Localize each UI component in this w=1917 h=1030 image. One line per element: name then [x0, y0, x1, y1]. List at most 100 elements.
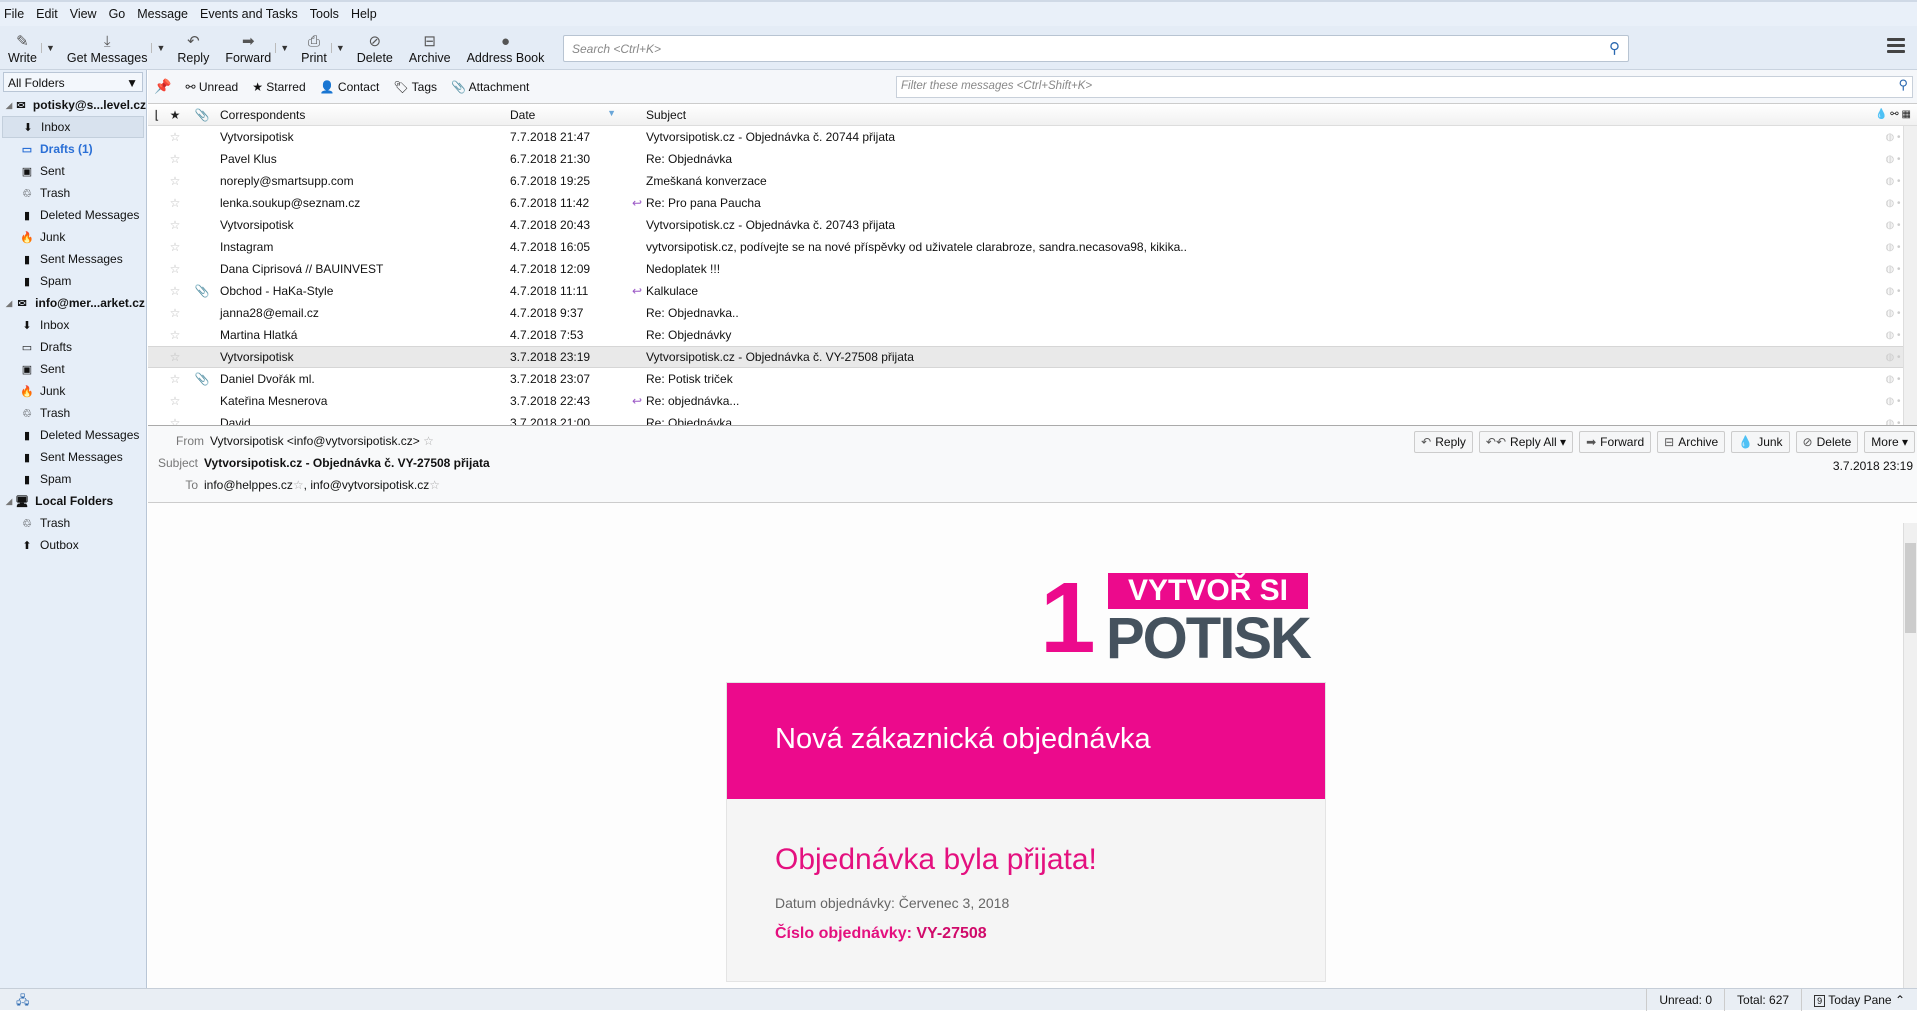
folder-item[interactable]: ⬆ Outbox — [0, 534, 146, 556]
menu-edit[interactable]: Edit — [36, 7, 58, 21]
star-icon[interactable]: ☆ — [166, 174, 184, 188]
write-dropdown[interactable]: ▼ — [40, 42, 55, 53]
folder-item[interactable]: ▭ Drafts — [0, 336, 146, 358]
account-node[interactable]: ◢ ✉ potisky@s...level.cz — [0, 94, 146, 116]
filter-contact[interactable]: 👤 Contact — [320, 80, 380, 94]
get-messages-dropdown[interactable]: ▼ — [151, 42, 165, 53]
print-button[interactable]: ⎙ Print — [293, 33, 335, 69]
message-row[interactable]: ☆ Instagram 4.7.2018 16:05 vytvorsipotisk.c… — [148, 236, 1917, 258]
message-body-scrollbar[interactable] — [1903, 523, 1917, 988]
to-address[interactable]: info@helppes.cz — [204, 478, 293, 492]
menu-help[interactable]: Help — [351, 7, 377, 21]
write-button[interactable]: ✎ Write — [0, 33, 45, 69]
folder-item[interactable]: ▮ Sent Messages — [0, 248, 146, 270]
filter-attachment[interactable]: 📎 Attachment — [451, 80, 529, 94]
today-pane-toggle[interactable]: 9 Today Pane ⌃ — [1801, 988, 1917, 1011]
message-row[interactable]: ☆ Kateřina Mesnerova 3.7.2018 22:43 ↩ Re: ob… — [148, 390, 1917, 412]
menu-go[interactable]: Go — [109, 7, 126, 21]
message-row[interactable]: ☆ Dana Ciprisová // BAUINVEST 4.7.2018 12:… — [148, 258, 1917, 280]
message-row[interactable]: ☆ 📎 Obchod - HaKa-Style 4.7.2018 11:11 ↩ Kalk… — [148, 280, 1917, 302]
menu-events-and-tasks[interactable]: Events and Tasks — [200, 7, 298, 21]
star-icon[interactable]: ☆ — [293, 478, 304, 492]
folder-item[interactable]: ▣ Sent — [0, 358, 146, 380]
address-book-button[interactable]: ● Address Book — [459, 33, 553, 69]
star-icon[interactable]: ☆ — [166, 240, 184, 254]
star-icon[interactable]: ☆ — [166, 130, 184, 144]
star-icon[interactable]: ☆ — [166, 328, 184, 342]
menu-message[interactable]: Message — [137, 7, 188, 21]
message-row[interactable]: ☆ noreply@smartsupp.com 6.7.2018 19:25 Zmeš… — [148, 170, 1917, 192]
message-row[interactable]: ☆ lenka.soukup@seznam.cz 6.7.2018 11:42 ↩ Re… — [148, 192, 1917, 214]
pin-icon[interactable]: 📌 — [154, 78, 171, 95]
attachment-column-icon[interactable]: 📎 — [184, 108, 220, 122]
account-node[interactable]: ◢ 🖥 Local Folders — [0, 490, 146, 512]
delete-button[interactable]: ⊘ Delete — [349, 33, 401, 69]
folder-item[interactable]: ▮ Sent Messages — [0, 446, 146, 468]
star-icon[interactable]: ☆ — [166, 284, 184, 298]
message-row[interactable]: ☆ Vytvorsipotisk 7.7.2018 21:47 Vytvorsipot… — [148, 126, 1917, 148]
menu-view[interactable]: View — [70, 7, 97, 21]
star-icon[interactable]: ☆ — [166, 306, 184, 320]
star-icon[interactable]: ☆ — [166, 416, 184, 425]
folder-item[interactable]: ♲ Trash — [0, 402, 146, 424]
star-icon[interactable]: ☆ — [166, 262, 184, 276]
folder-item[interactable]: ▮ Spam — [0, 270, 146, 292]
message-row[interactable]: ☆ Pavel Klus 6.7.2018 21:30 Re: Objednávka ◍… — [148, 148, 1917, 170]
column-correspondents[interactable]: Correspondents — [220, 108, 510, 122]
message-row[interactable]: ☆ Vytvorsipotisk 3.7.2018 23:19 Vytvorsipot… — [148, 346, 1917, 368]
folder-item[interactable]: ♲ Trash — [0, 512, 146, 534]
header-archive-button[interactable]: ⊟ Archive — [1657, 431, 1726, 453]
filter-unread[interactable]: ⚯ Unread — [185, 80, 238, 94]
star-column-icon[interactable]: ★ — [166, 108, 184, 122]
folder-item[interactable]: ▮ Deleted Messages — [0, 424, 146, 446]
folder-item[interactable]: 🔥 Junk — [0, 226, 146, 248]
print-dropdown[interactable]: ▼ — [330, 42, 345, 53]
message-row[interactable]: ☆ 📎 Daniel Dvořák ml. 3.7.2018 23:07 Re: Pot… — [148, 368, 1917, 390]
column-date[interactable]: Date ▼ — [510, 108, 628, 122]
folder-item[interactable]: ▮ Spam — [0, 468, 146, 490]
header-forward-button[interactable]: ➡ Forward — [1579, 431, 1652, 453]
filter-tags[interactable]: 🏷 Tags — [393, 80, 437, 94]
filter-starred[interactable]: ★ Starred — [252, 80, 305, 94]
junk-column-icon[interactable]: 💧 ⚯ ▦ — [1869, 109, 1917, 120]
online-status-icon[interactable]: 🖧 — [4, 989, 41, 1011]
app-menu-button[interactable] — [1887, 38, 1905, 56]
forward-button[interactable]: ➡ Forward — [217, 33, 279, 69]
account-node[interactable]: ◢ ✉ info@mer...arket.cz — [0, 292, 146, 314]
to-address[interactable]: info@vytvorsipotisk.cz — [310, 478, 429, 492]
folder-item[interactable]: 🔥 Junk — [0, 380, 146, 402]
header-more-button[interactable]: More ▾ — [1864, 431, 1915, 453]
star-icon[interactable]: ☆ — [166, 218, 184, 232]
folder-item[interactable]: ▣ Sent — [0, 160, 146, 182]
star-icon[interactable]: ☆ — [166, 152, 184, 166]
star-icon[interactable]: ☆ — [166, 196, 184, 210]
from-address[interactable]: Vytvorsipotisk <info@vytvorsipotisk.cz> — [210, 434, 420, 448]
filter-messages-input[interactable]: Filter these messages <Ctrl+Shift+K> ⚲ — [896, 76, 1913, 98]
message-row[interactable]: ☆ Vytvorsipotisk 4.7.2018 20:43 Vytvorsipot… — [148, 214, 1917, 236]
menu-file[interactable]: File — [4, 7, 24, 21]
forward-dropdown[interactable]: ▼ — [275, 42, 289, 53]
star-icon[interactable]: ☆ — [166, 350, 184, 364]
star-icon[interactable]: ☆ — [423, 434, 434, 448]
search-input[interactable]: Search <Ctrl+K> ⚲ — [563, 35, 1629, 62]
folder-item[interactable]: ♲ Trash — [0, 182, 146, 204]
header-reply-button[interactable]: ↶ Reply — [1414, 431, 1473, 453]
star-icon[interactable]: ☆ — [166, 372, 184, 386]
folder-item[interactable]: ⬇ Inbox — [2, 116, 144, 138]
folder-item[interactable]: ⬇ Inbox — [0, 314, 146, 336]
column-subject[interactable]: Subject — [646, 108, 1869, 122]
header-junk-button[interactable]: 💧 Junk — [1731, 431, 1790, 453]
message-row[interactable]: ☆ Martina Hlatká 4.7.2018 7:53 Re: Objednáv… — [148, 324, 1917, 346]
reply-button[interactable]: ↶ Reply — [169, 33, 217, 69]
thread-column-icon[interactable]: ⌊ — [148, 108, 166, 122]
message-row[interactable]: ☆ David 3.7.2018 21:00 Re: Objednávka ◍ • — [148, 412, 1917, 425]
message-list-scrollbar[interactable] — [1903, 126, 1917, 425]
get-messages-button[interactable]: ⤓ Get Messages — [59, 33, 156, 69]
archive-button[interactable]: ⊟ Archive — [401, 33, 459, 69]
star-icon[interactable]: ☆ — [166, 394, 184, 408]
folder-item[interactable]: ▮ Deleted Messages — [0, 204, 146, 226]
header-delete-button[interactable]: ⊘ Delete — [1795, 431, 1859, 453]
header-reply-all-button[interactable]: ↶↶ Reply All ▾ — [1478, 431, 1574, 453]
folder-view-selector[interactable]: All Folders ▼ — [3, 72, 143, 92]
menu-tools[interactable]: Tools — [310, 7, 339, 21]
